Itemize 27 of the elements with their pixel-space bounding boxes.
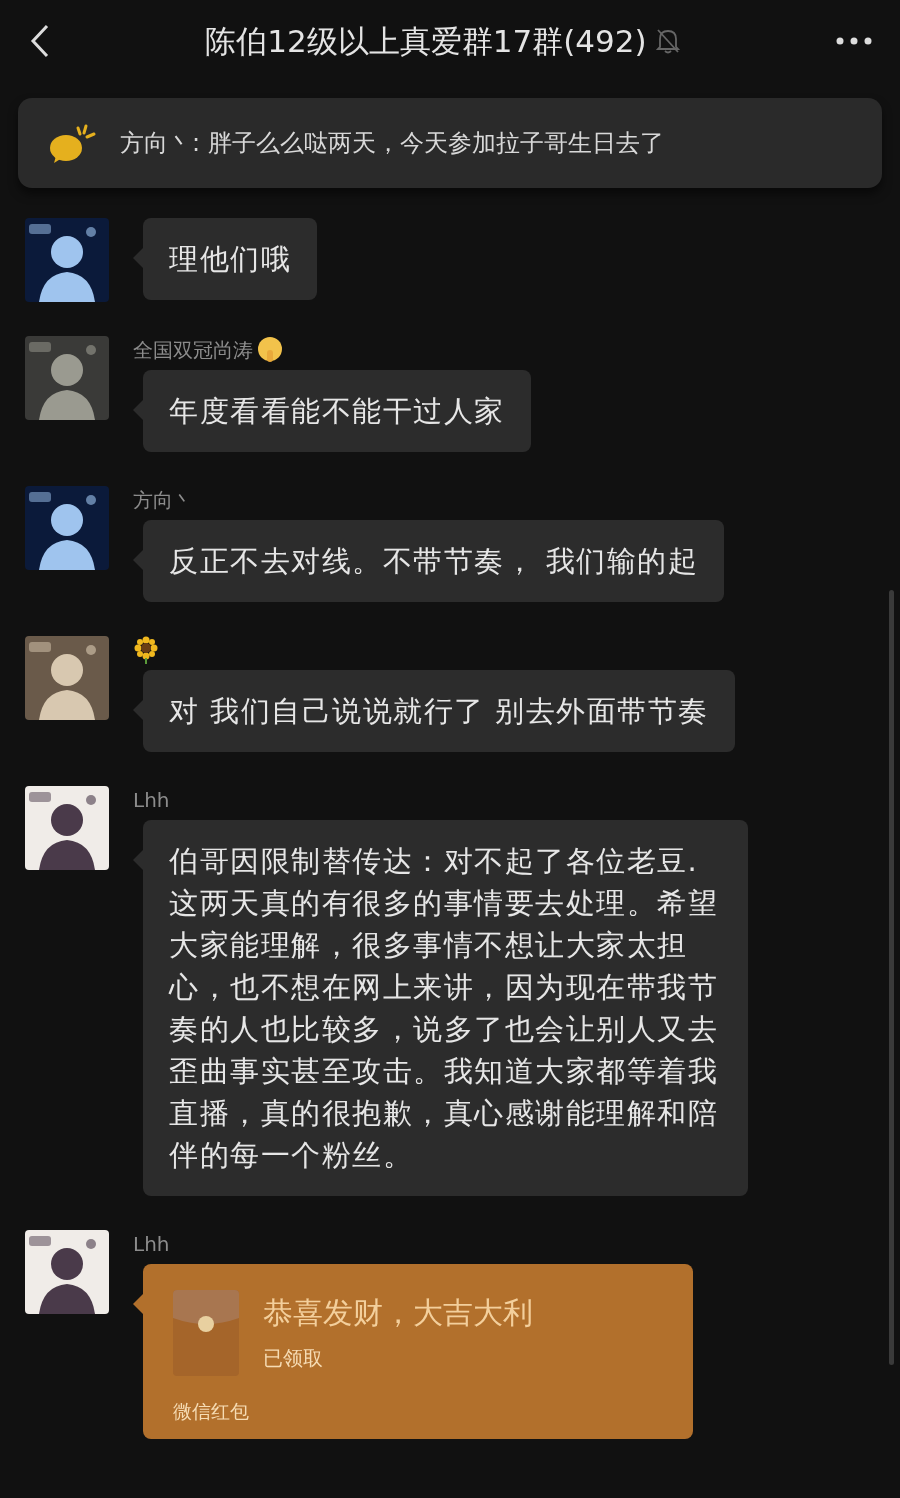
envelope-label: 微信红包 xyxy=(173,1399,249,1422)
back-icon[interactable] xyxy=(30,24,50,58)
bubble-tail xyxy=(133,1294,143,1314)
sunflower-icon xyxy=(133,636,159,664)
message-bubble: 伯哥因限制替传达：对不起了各位老豆.这两天真的有很多的事情要去处理。希望大家能理解，很多事情不想让大家太担心，也不想在网上来讲，因为现在带我节奏的人也比较多，说多了也会让别人又去歪曲事实甚至攻击。我知道大家都等着我直播，真的很抱歉，真心感谢能理解和陪伴的每一个粉丝。 xyxy=(143,820,748,1196)
message-bubble: 对 我们自己说说就行了 别去外面带节奏 xyxy=(143,670,735,752)
more-icon[interactable] xyxy=(836,37,872,45)
envelope-icon xyxy=(173,1290,239,1376)
sender-name: Lhh xyxy=(133,787,170,814)
notice-banner[interactable]: 方向丶: 胖子么么哒两天，今天参加拉子哥生日去了 xyxy=(18,98,882,188)
bubble-tail xyxy=(133,850,143,870)
sender-name: Lhh xyxy=(133,1231,170,1258)
envelope-title: 恭喜发财，大吉大利 xyxy=(263,1294,533,1332)
envelope-status: 已领取 xyxy=(263,1345,323,1372)
bubble-tail xyxy=(133,400,143,420)
bubble-tail xyxy=(133,248,143,268)
message-bubble: 年度看看能不能干过人家 xyxy=(143,370,531,452)
notice-text: 方向丶: 胖子么么哒两天，今天参加拉子哥生日去了 xyxy=(120,128,664,159)
sender-name: 全国双冠尚涛 xyxy=(133,337,253,364)
bubble-tail xyxy=(133,700,143,720)
sender-name: 方向丶 xyxy=(133,487,193,514)
emoji-icon xyxy=(257,336,283,364)
message-bubble: 理他们哦 xyxy=(143,218,317,300)
chat-title: 陈伯12级以上真爱群17群(492) xyxy=(205,21,647,61)
notice-icon xyxy=(48,122,96,164)
bubble-tail xyxy=(133,550,143,570)
message-bubble: 反正不去对线。不带节奏， 我们输的起 xyxy=(143,520,725,602)
